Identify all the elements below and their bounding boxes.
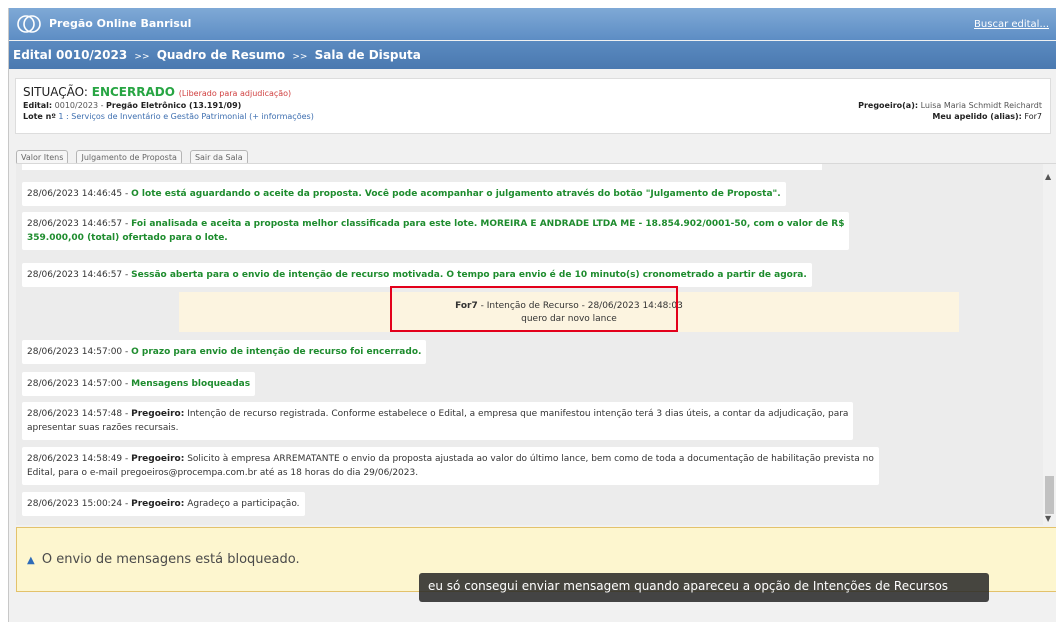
message-author: Pregoeiro:	[131, 499, 185, 509]
breadcrumb-separator: >>	[292, 52, 308, 62]
list-item: 28/06/2023 14:58:49 - Pregoeiro: Solicit…	[22, 447, 879, 485]
alias-value: For7	[1024, 112, 1042, 121]
situation-label: SITUAÇÃO:	[23, 85, 88, 99]
breadcrumb-quadro-resumo[interactable]: Quadro de Resumo	[157, 48, 286, 62]
message-timestamp: 28/06/2023 14:46:45 -	[27, 189, 129, 199]
list-item: 28/06/2023 15:00:24 - Pregoeiro: Agradeç…	[22, 492, 305, 516]
breadcrumb: Edital 0010/2023 >> Quadro de Resumo >> …	[9, 41, 1056, 69]
list-item: 28/06/2023 14:57:48 - Pregoeiro: Intençã…	[22, 402, 854, 440]
message-timestamp: 28/06/2023 14:57:00 -	[27, 379, 129, 389]
list-item	[22, 164, 822, 170]
banrisul-logo-icon	[17, 15, 41, 33]
app-title: Pregão Online Banrisul	[49, 17, 192, 30]
pregoeiro-label: Pregoeiro(a):	[858, 101, 919, 110]
scroll-down-icon[interactable]: ▼	[1045, 514, 1051, 523]
chat-log[interactable]: 28/06/2023 14:46:45 - O lote está aguard…	[16, 163, 1056, 525]
situation-status: ENCERRADO	[91, 85, 175, 99]
lote-label: Lote nº	[23, 112, 56, 121]
edital-value: 0010/2023 -	[54, 101, 104, 110]
message-author: Pregoeiro:	[131, 409, 185, 419]
situation-panel: SITUAÇÃO: ENCERRADO (Liberado para adjud…	[15, 78, 1051, 134]
message-timestamp: 28/06/2023 15:00:24 -	[27, 499, 129, 509]
edital-label: Edital:	[23, 101, 53, 110]
search-edital-link[interactable]: Buscar edital...	[974, 19, 1049, 30]
lote-line: Lote nº 1 : Serviços de Inventário e Ges…	[23, 112, 1043, 121]
situation-line: SITUAÇÃO: ENCERRADO (Liberado para adjud…	[23, 85, 1043, 99]
edital-line: Edital: 0010/2023 - Pregão Eletrônico (1…	[23, 101, 1043, 110]
lote-link[interactable]: 1 : Serviços de Inventário e Gestão Patr…	[58, 112, 313, 121]
action-buttons: Valor Itens Julgamento de Proposta Sair …	[16, 145, 251, 165]
modalidade: Pregão Eletrônico (13.191/09)	[106, 101, 242, 110]
alias-info: Meu apelido (alias): For7	[932, 112, 1042, 121]
chat-scrollbar[interactable]: ▲ ▼	[1043, 164, 1056, 525]
message-text: Mensagens bloqueadas	[131, 379, 251, 389]
video-caption: eu só consegui enviar mensagem quando ap…	[419, 573, 989, 602]
scrollbar-thumb[interactable]	[1045, 476, 1054, 514]
breadcrumb-sala-disputa: Sala de Disputa	[314, 48, 421, 62]
message-timestamp: 28/06/2023 14:57:00 -	[27, 347, 129, 357]
blocked-notice-text: O envio de mensagens está bloqueado.	[41, 552, 300, 567]
app-frame: Pregão Online Banrisul Buscar edital... …	[8, 8, 1056, 622]
alias-label: Meu apelido (alias):	[932, 112, 1022, 121]
message-text: 359.000,00 (total) ofertado para o lote.	[27, 233, 228, 243]
message-author: Pregoeiro:	[131, 454, 185, 464]
warning-icon: ▲	[27, 555, 35, 566]
list-item: 28/06/2023 14:46:57 - Sessão aberta para…	[22, 263, 812, 287]
message-text: O prazo para envio de intenção de recurs…	[131, 347, 422, 357]
message-timestamp: 28/06/2023 14:57:48 -	[27, 409, 129, 419]
list-item: 28/06/2023 14:57:00 - Mensagens bloquead…	[22, 372, 256, 396]
message-text: Intenção de recurso registrada. Conforme…	[187, 409, 849, 419]
message-text: Edital, para o e-mail pregoeiros@procemp…	[27, 468, 419, 478]
list-item: 28/06/2023 14:57:00 - O prazo para envio…	[22, 340, 427, 364]
list-item: 28/06/2023 14:46:45 - O lote está aguard…	[22, 182, 786, 206]
pregoeiro-name: Luisa Maria Schmidt Reichardt	[920, 101, 1042, 110]
pregoeiro-info: Pregoeiro(a): Luisa Maria Schmidt Reicha…	[858, 101, 1042, 110]
message-text: Sessão aberta para o envio de intenção d…	[131, 270, 807, 280]
app-header: Pregão Online Banrisul Buscar edital...	[9, 8, 1056, 40]
breadcrumb-separator: >>	[134, 52, 150, 62]
message-text: apresentar suas razões recursais.	[27, 423, 179, 433]
message-text: O lote está aguardando o aceite da propo…	[131, 189, 781, 199]
annotation-highlight-box	[390, 286, 678, 332]
message-timestamp: 28/06/2023 14:46:57 -	[27, 219, 129, 229]
message-timestamp: 28/06/2023 14:58:49 -	[27, 454, 129, 464]
situation-note: (Liberado para adjudicação)	[178, 89, 292, 98]
scroll-up-icon[interactable]: ▲	[1045, 172, 1051, 181]
message-text: Solicito à empresa ARREMATANTE o envio d…	[187, 454, 874, 464]
breadcrumb-edital[interactable]: Edital 0010/2023	[13, 48, 127, 62]
list-item: 28/06/2023 14:46:57 - Foi analisada e ac…	[22, 212, 850, 250]
message-text: Foi analisada e aceita a proposta melhor…	[131, 219, 845, 229]
message-timestamp: 28/06/2023 14:46:57 -	[27, 270, 129, 280]
message-text: Agradeço a participação.	[187, 499, 300, 509]
